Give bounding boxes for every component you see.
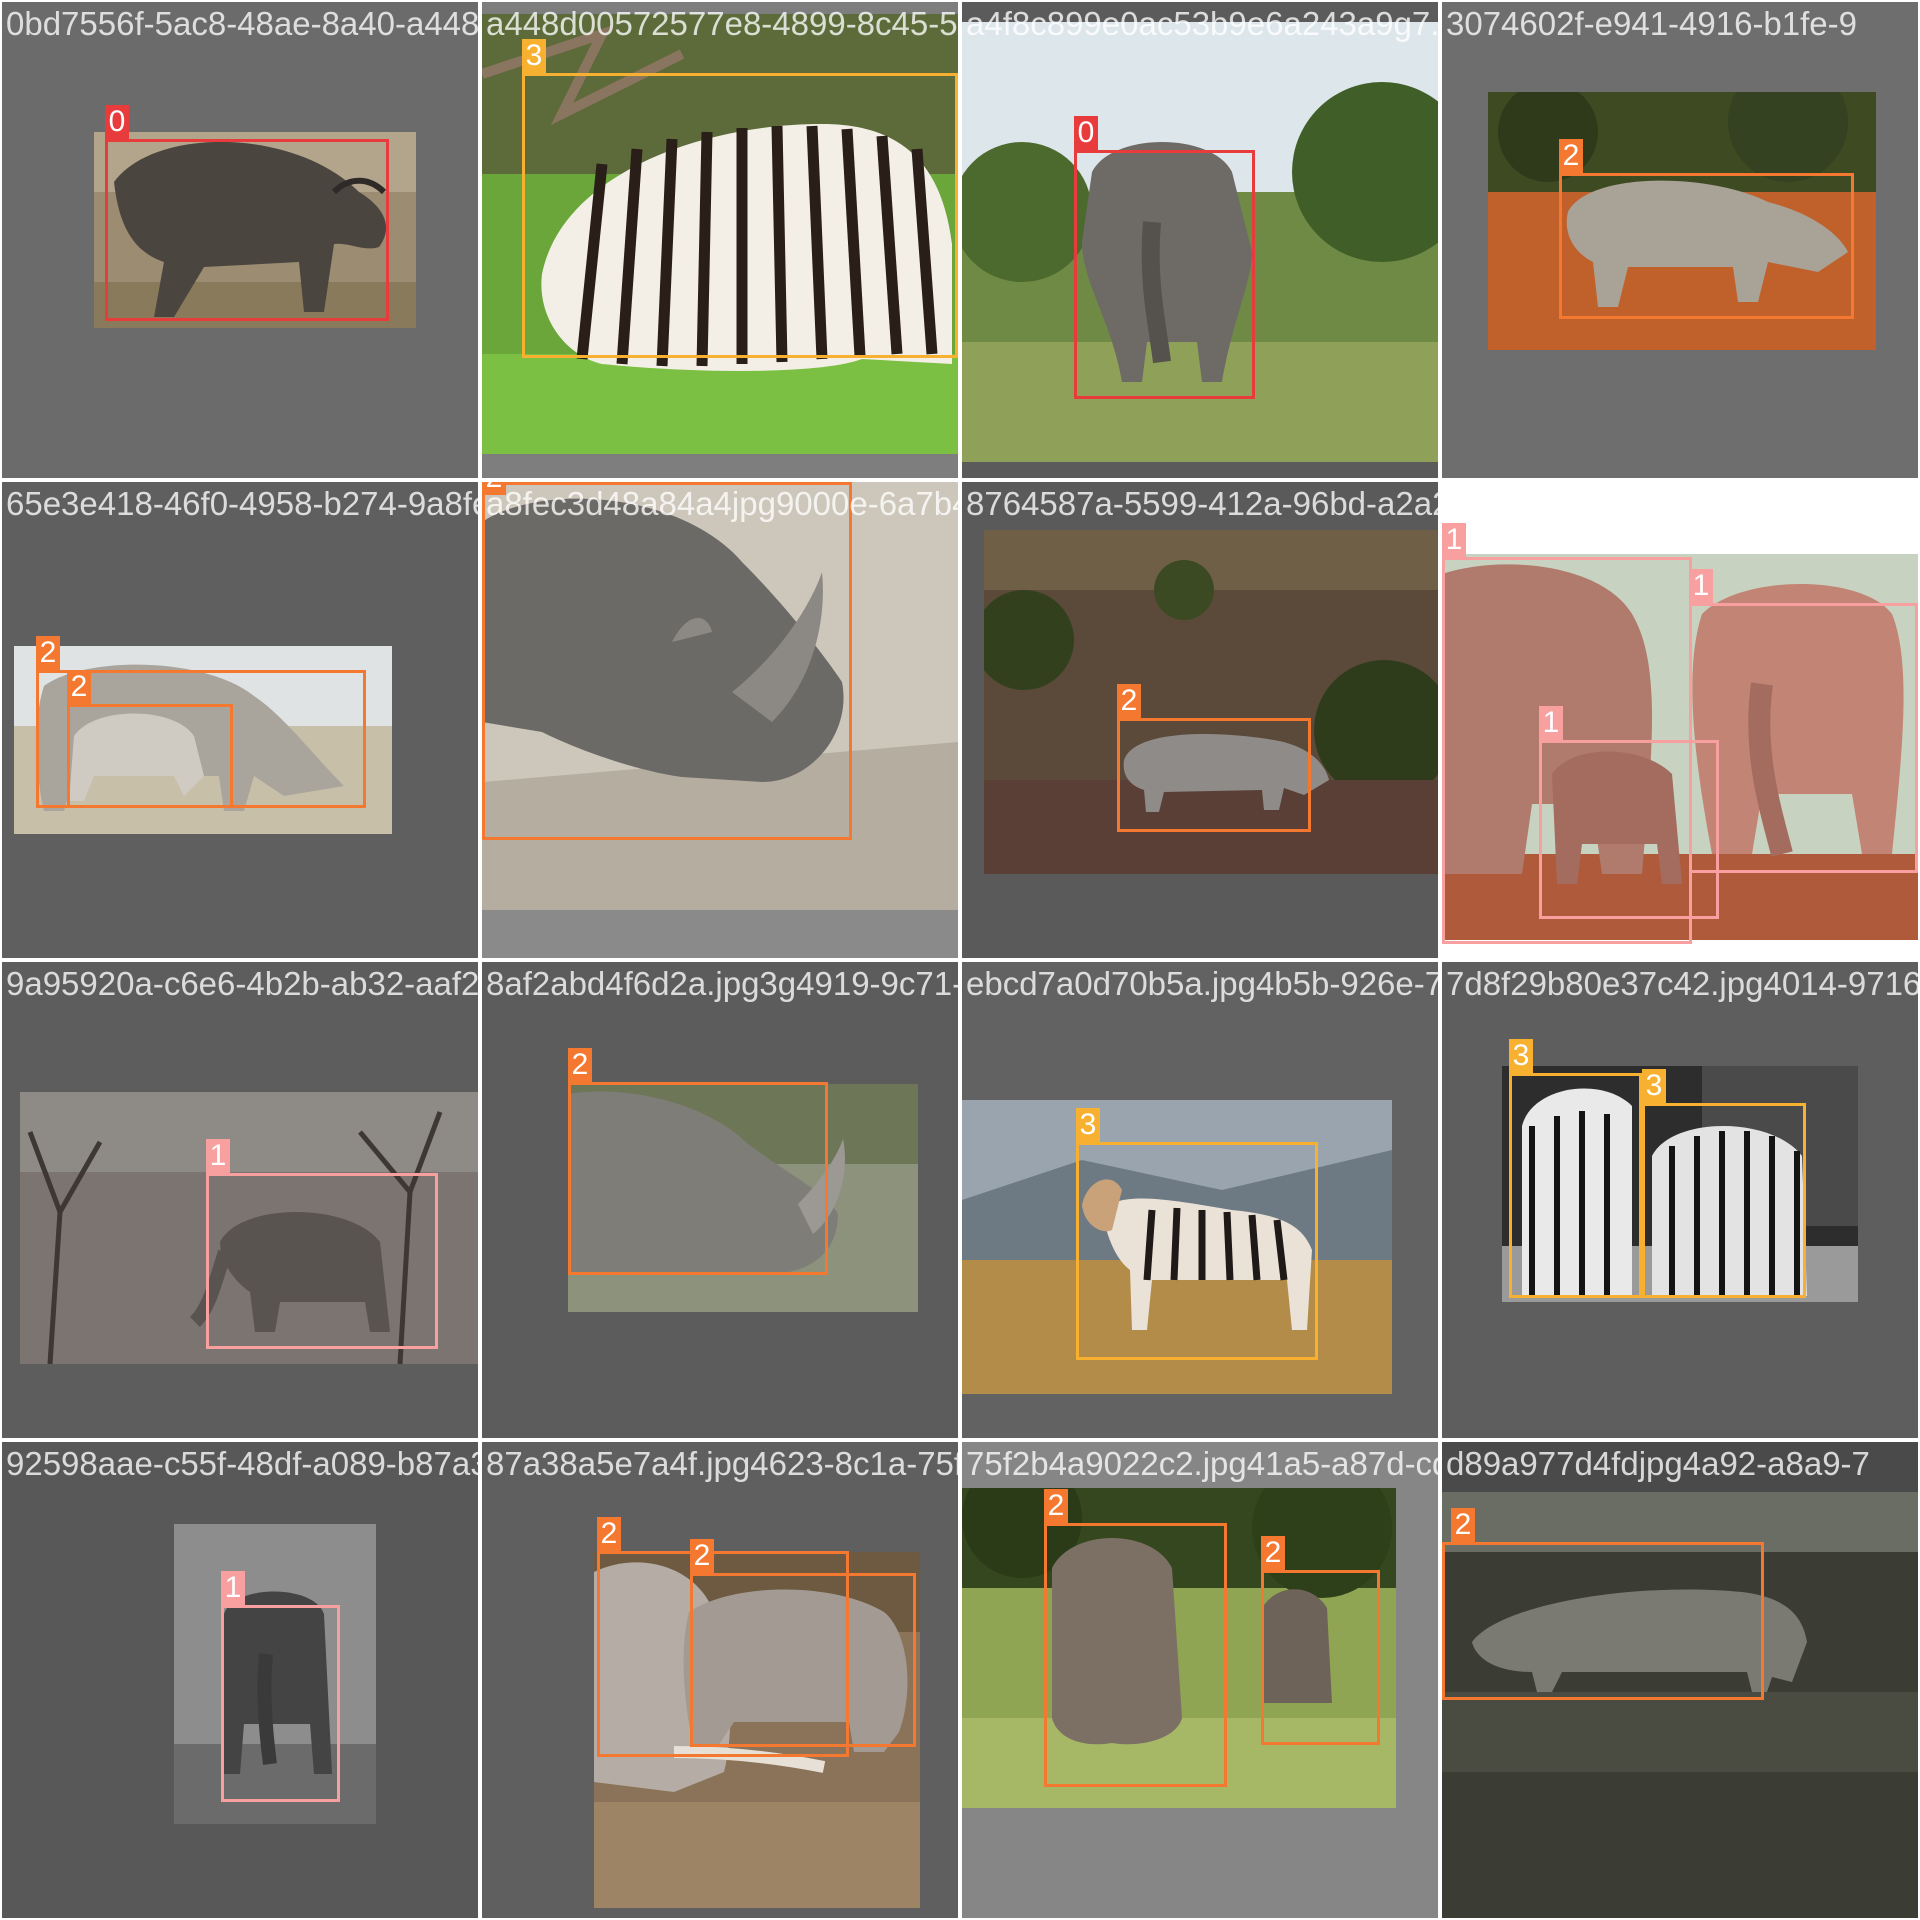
mosaic-grid: 0 0bd7556f-5ac8-48ae-8a40-a448d005725772…: [0, 0, 1920, 1920]
class-label: 2: [690, 1539, 714, 1573]
mosaic-tile[interactable]: 2 2 65e3e418-46f0-4958-b274-9a8fec3d4d8a…: [2, 482, 478, 958]
detection-box[interactable]: 2: [568, 1048, 828, 1275]
mosaic-tile[interactable]: 2 3074602f-e941-4916-b1fe-9: [1442, 2, 1918, 478]
class-label: 3: [1076, 1108, 1100, 1142]
mosaic-tile[interactable]: 3 ebcd7a0d70b5a.jpg4b5b-926e-7d8f29b80e3…: [962, 962, 1438, 1438]
mosaic-tile[interactable]: 3 3 7d8f29b80e37c42.jpg4014-9716-5: [1442, 962, 1918, 1438]
detection-box[interactable]: 2: [1261, 1536, 1380, 1745]
detection-box[interactable]: 3: [522, 39, 958, 358]
mosaic-tile[interactable]: 2 2 87a38a5e7a4f.jpg4623-8c1a-75f2b4a902…: [482, 1442, 958, 1918]
class-label: 2: [1451, 1508, 1475, 1542]
class-label: 2: [67, 670, 91, 704]
tile-filename: 65e3e418-46f0-4958-b274-9a8fec3d4d8aa4jp…: [6, 485, 478, 522]
detection-box[interactable]: 3: [1642, 1069, 1806, 1298]
mosaic-tile[interactable]: 0 a4f8c899e0ac53b9e6a243a9g7.jpg: [962, 2, 1438, 478]
class-label: 2: [1261, 1536, 1285, 1570]
detection-box[interactable]: 2: [1442, 1508, 1764, 1700]
detection-box[interactable]: 0: [1074, 116, 1255, 399]
tile-filename: 0bd7556f-5ac8-48ae-8a40-a448d005725772.j…: [6, 5, 478, 42]
class-label: 1: [1539, 706, 1563, 740]
class-label: 2: [1044, 1489, 1068, 1523]
class-label: 3: [1509, 1039, 1533, 1073]
mosaic-tile[interactable]: 1 92598aae-c55f-48df-a089-b87a38a5e7a4f.…: [2, 1442, 478, 1918]
class-label: 1: [1689, 569, 1713, 603]
tile-filename: 9a95920a-c6e6-4b2b-ab32-aaf2abd4f6d2a.jp…: [6, 965, 478, 1002]
mosaic-tile[interactable]: 2 a8fec3d48a84a4jpg9000e-6a7b4587a-5590g: [482, 482, 958, 958]
mosaic-tile[interactable]: 3 a448d00572577e8-4899-8c45-50a6a8a2435a…: [482, 2, 958, 478]
detection-box[interactable]: 1: [1689, 569, 1918, 873]
tile-filename: 8af2abd4f6d2a.jpg3g4919-9c71-ebcd7a0d70b…: [486, 965, 958, 1002]
class-label: 0: [1074, 116, 1098, 150]
detection-box[interactable]: 3: [1509, 1039, 1642, 1298]
class-label: 3: [1642, 1069, 1666, 1103]
tile-filename: d89a977d4fdjpg4a92-a8a9-7: [1446, 1445, 1870, 1482]
tile-filename: 3074602f-e941-4916-b1fe-9: [1446, 5, 1858, 42]
detection-box[interactable]: 1: [221, 1571, 340, 1802]
detection-box[interactable]: 2: [1044, 1489, 1227, 1787]
detection-box[interactable]: 1: [206, 1139, 438, 1349]
tile-filename: 75f2b4a9022c2.jpg41a5-a87d-cd89a977d4fdj…: [966, 1445, 1438, 1482]
tile-filename: 92598aae-c55f-48df-a089-b87a38a5e7a4f.jp…: [6, 1445, 478, 1482]
detection-box[interactable]: 1: [1539, 706, 1719, 919]
mosaic-tile[interactable]: 0 0bd7556f-5ac8-48ae-8a40-a448d005725772…: [2, 2, 478, 478]
tile-filename: ebcd7a0d70b5a.jpg4b5b-926e-7d8f29b80e37c…: [966, 965, 1438, 1002]
detection-box[interactable]: 2: [67, 670, 233, 808]
tile-filename: a2a2c8a3d303a4jpg-4dda-bcb0-7: [1446, 485, 1918, 522]
detection-box[interactable]: 2: [1559, 139, 1854, 319]
class-label: 0: [105, 105, 129, 139]
tile-filename: 8764587a-5599-412a-96bd-a2a2c8a3d303a4jp…: [966, 485, 1438, 522]
class-label: 2: [482, 482, 506, 495]
class-label: 2: [1559, 139, 1583, 173]
class-label: 2: [36, 636, 60, 670]
class-label: 1: [206, 1139, 230, 1173]
detection-box[interactable]: 0: [105, 105, 389, 321]
tile-filename: 7d8f29b80e37c42.jpg4014-9716-5: [1446, 965, 1918, 1002]
mosaic-tile[interactable]: 2 2 75f2b4a9022c2.jpg41a5-a87d-cd89a977d…: [962, 1442, 1438, 1918]
mosaic-tile[interactable]: 2 d89a977d4fdjpg4a92-a8a9-7: [1442, 1442, 1918, 1918]
class-label: 2: [568, 1048, 592, 1082]
mosaic-tile[interactable]: 1 9a95920a-c6e6-4b2b-ab32-aaf2abd4f6d2a.…: [2, 962, 478, 1438]
class-label: 1: [1442, 523, 1466, 557]
tile-filename: 87a38a5e7a4f.jpg4623-8c1a-75f2b4a9022c2.…: [486, 1445, 958, 1482]
mosaic-tile[interactable]: 2 8764587a-5599-412a-96bd-a2a2c8a3d303a4…: [962, 482, 1438, 958]
detection-box[interactable]: 2: [482, 482, 852, 840]
class-label: 3: [522, 39, 546, 73]
class-label: 2: [597, 1517, 621, 1551]
detection-box[interactable]: 2: [690, 1539, 916, 1747]
detection-box[interactable]: 2: [1117, 684, 1311, 832]
mosaic-tile[interactable]: 1 1 1 a2a2c8a3d303a4jpg-4dda-bcb0-7: [1442, 482, 1918, 958]
class-label: 2: [1117, 684, 1141, 718]
mosaic-tile[interactable]: 2 8af2abd4f6d2a.jpg3g4919-9c71-ebcd7a0d7…: [482, 962, 958, 1438]
detection-box[interactable]: 3: [1076, 1108, 1318, 1360]
class-label: 1: [221, 1571, 245, 1605]
